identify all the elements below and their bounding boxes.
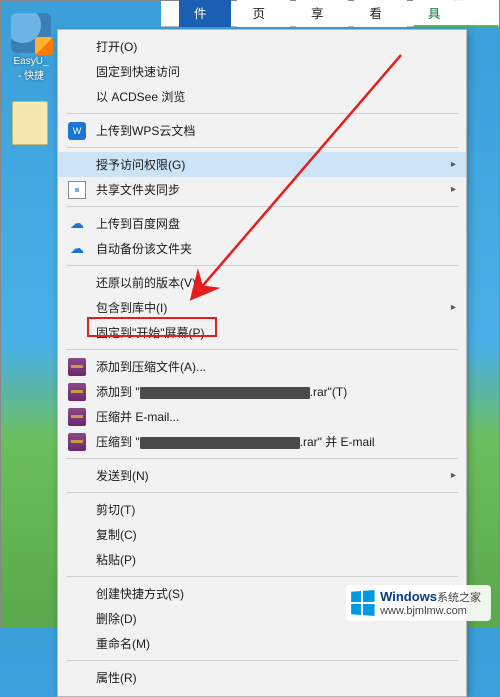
ctx-copy-label: 复制(C) [96,526,448,543]
ctx-pin-quick[interactable]: 固定到快速访问 [58,59,466,84]
ctx-include-lib-label: 包含到库中(I) [96,299,448,316]
ctx-properties[interactable]: 属性(R) [58,665,466,690]
share-icon [68,181,86,199]
ctx-share-sync-label: 共享文件夹同步 [96,181,448,198]
cloud-icon: ☁ [68,240,86,258]
ctx-rename-label: 重命名(M) [96,635,448,652]
document-icon [12,101,48,145]
watermark-url: www.bjmlmw.com [380,605,481,619]
separator [66,349,458,350]
shield-icon [11,13,51,53]
separator [66,113,458,114]
redacted-text [140,437,300,449]
cloud-icon: ☁ [68,215,86,233]
text: 压缩到 " [96,435,140,449]
ctx-wps-upload[interactable]: W 上传到WPS云文档 [58,118,466,143]
separator [66,660,458,661]
desktop-icon-easyu[interactable]: EasyU_ - 快捷 [7,13,55,82]
winrar-icon [68,433,86,451]
tab-home[interactable]: 主页 [237,0,289,27]
ctx-rar-email[interactable]: 压缩并 E-mail... [58,404,466,429]
tab-drive-tools[interactable]: 驱动器工具 [413,0,499,27]
ctx-baidu-upload-label: 上传到百度网盘 [96,215,448,232]
ctx-restore-prev[interactable]: 还原以前的版本(V) [58,270,466,295]
desktop-icon-sublabel: - 快捷 [7,67,55,82]
winrar-icon [68,408,86,426]
desktop-icon-doc[interactable] [7,101,53,148]
ctx-open[interactable]: 打开(O) [58,34,466,59]
ctx-cut-label: 剪切(T) [96,501,448,518]
ctx-copy[interactable]: 复制(C) [58,522,466,547]
ctx-rar-add-label: 添加到压缩文件(A)... [96,358,448,375]
ctx-paste[interactable]: 粘贴(P) [58,547,466,572]
tab-share[interactable]: 共享 [296,0,348,27]
ctx-restore-prev-label: 还原以前的版本(V) [96,274,448,291]
ctx-grant-access[interactable]: 授予访问权限(G) [58,152,466,177]
ctx-send-to-label: 发送到(N) [96,467,448,484]
ctx-acdsee-label: 以 ACDSee 浏览 [96,88,448,105]
ctx-cut[interactable]: 剪切(T) [58,497,466,522]
ctx-rar-addto[interactable]: 添加到 " .rar"(T) [58,379,466,404]
separator [66,576,458,577]
tab-file[interactable]: 文件 [179,0,231,27]
ctx-paste-label: 粘贴(P) [96,551,448,568]
redacted-text [140,387,310,399]
ctx-properties-label: 属性(R) [96,669,448,686]
windows-logo-icon [351,590,374,616]
ctx-open-label: 打开(O) [96,38,448,55]
winrar-icon [68,358,86,376]
separator [66,265,458,266]
ctx-include-lib[interactable]: 包含到库中(I) [58,295,466,320]
ctx-rar-addto-label: 添加到 " .rar"(T) [96,383,448,400]
desktop-icon-label: EasyU_ [7,56,55,67]
ctx-auto-backup-label: 自动备份该文件夹 [96,240,448,257]
separator [66,458,458,459]
ribbon-tabbar: 文件 主页 共享 查看 驱动器工具 [161,1,499,27]
ctx-pin-start[interactable]: 固定到"开始"屏幕(P) [58,320,466,345]
tab-view[interactable]: 查看 [354,0,406,27]
ctx-rar-email-to[interactable]: 压缩到 " .rar" 并 E-mail [58,429,466,454]
ctx-rename[interactable]: 重命名(M) [58,631,466,656]
ctx-auto-backup[interactable]: ☁ 自动备份该文件夹 [58,236,466,261]
separator [66,492,458,493]
separator [66,147,458,148]
ctx-share-sync[interactable]: 共享文件夹同步 [58,177,466,202]
ctx-rar-email-label: 压缩并 E-mail... [96,408,448,425]
watermark: Windows系统之家 www.bjmlmw.com [346,585,491,622]
watermark-title: Windows [380,589,437,604]
ctx-send-to[interactable]: 发送到(N) [58,463,466,488]
watermark-subtitle: 系统之家 [437,592,481,604]
ctx-wps-upload-label: 上传到WPS云文档 [96,122,448,139]
ctx-rar-add[interactable]: 添加到压缩文件(A)... [58,354,466,379]
ctx-acdsee[interactable]: 以 ACDSee 浏览 [58,84,466,109]
text: .rar"(T) [310,385,348,399]
ctx-grant-access-label: 授予访问权限(G) [96,156,448,173]
ctx-rar-email-to-label: 压缩到 " .rar" 并 E-mail [96,433,448,450]
text: .rar" 并 E-mail [300,435,375,449]
winrar-icon [68,383,86,401]
ctx-pin-start-label: 固定到"开始"屏幕(P) [96,324,448,341]
ctx-baidu-upload[interactable]: ☁ 上传到百度网盘 [58,211,466,236]
wps-icon: W [68,122,86,140]
ctx-pin-quick-label: 固定到快速访问 [96,63,448,80]
text: 添加到 " [96,385,140,399]
separator [66,206,458,207]
